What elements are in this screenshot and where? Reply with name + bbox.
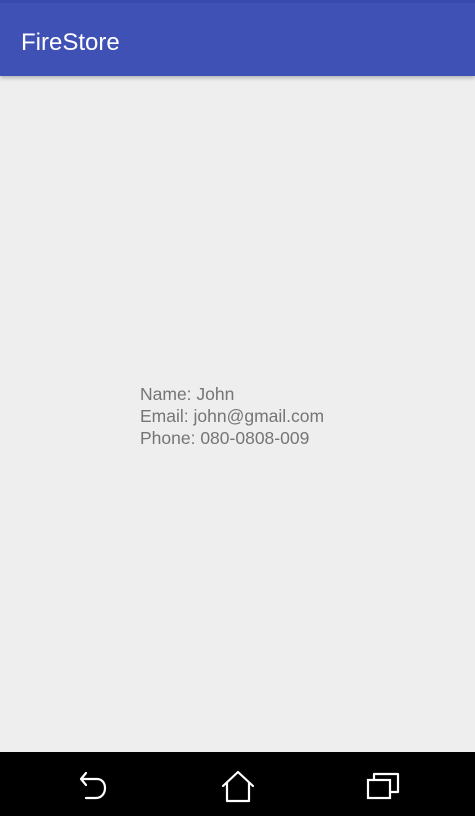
phone-text: Phone: 080-0808-009 [140,428,310,448]
recents-button[interactable] [363,766,403,806]
home-button[interactable] [218,766,258,806]
email-text: Email: john@gmail.com [140,406,325,426]
profile-info: Name: John Email: john@gmail.com Phone: … [140,383,324,449]
screen: FireStore Name: John Email: john@gmail.c… [0,0,475,816]
app-bar: FireStore [0,0,475,76]
content-area: Name: John Email: john@gmail.com Phone: … [0,79,475,752]
name-text: Name: John [140,384,235,404]
back-button[interactable] [72,766,112,806]
recents-icon [366,772,400,800]
home-icon [221,770,255,803]
back-icon [79,771,107,800]
navigation-bar [0,752,475,816]
app-title: FireStore [21,29,120,56]
